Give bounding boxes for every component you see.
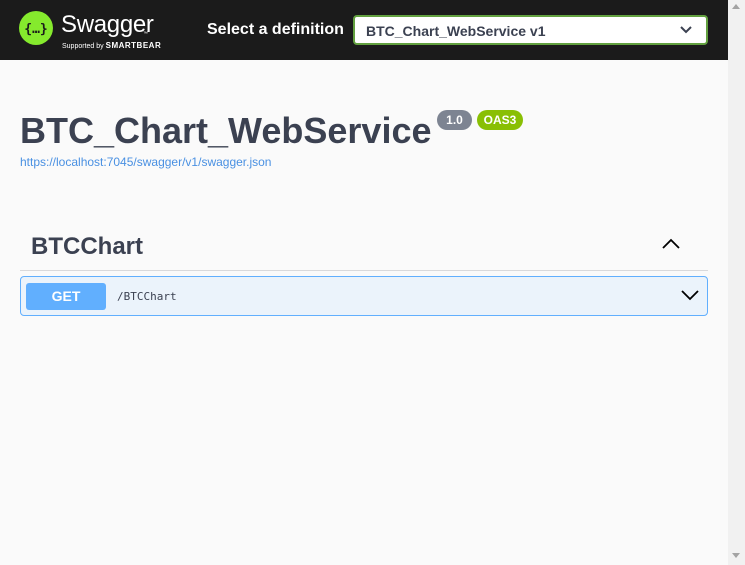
brand-trademark: ™ xyxy=(143,31,148,37)
method-badge: GET xyxy=(26,283,106,310)
oas-badge: OAS3 xyxy=(477,110,523,130)
operation-get-btcchart[interactable]: GET /BTCChart xyxy=(20,276,708,316)
svg-text:{…}: {…} xyxy=(24,22,47,37)
brand-name: Swagger xyxy=(61,11,154,38)
brand-sub-prefix: Supported by xyxy=(62,43,104,50)
page-title: BTC_Chart_WebService xyxy=(20,110,432,151)
brand-subtitle: Supported by SMARTBEAR xyxy=(62,41,161,51)
top-bar: {…} Swagger ™ Supported by SMARTBEAR Sel… xyxy=(0,0,728,60)
chevron-down-icon[interactable] xyxy=(681,289,699,301)
tag-header-btcchart[interactable]: BTCChart xyxy=(20,225,708,271)
definition-select[interactable]: BTC_Chart_WebService v1 xyxy=(353,15,708,45)
chevron-down-icon xyxy=(680,26,692,34)
operation-path: /BTCChart xyxy=(117,290,177,303)
scroll-up-arrow-icon[interactable] xyxy=(732,4,740,9)
chevron-up-icon[interactable] xyxy=(662,238,680,250)
select-definition-label: Select a definition xyxy=(207,21,344,38)
scroll-down-arrow-icon[interactable] xyxy=(732,553,740,558)
spec-url-link[interactable]: https://localhost:7045/swagger/v1/swagge… xyxy=(20,155,271,169)
version-badge: 1.0 xyxy=(437,110,472,130)
definition-select-value: BTC_Chart_WebService v1 xyxy=(366,23,546,39)
vertical-scrollbar[interactable] xyxy=(728,0,745,565)
brand-sub-company: SMARTBEAR xyxy=(105,41,162,50)
swagger-logo-icon[interactable]: {…} xyxy=(19,11,53,45)
tag-name: BTCChart xyxy=(31,233,143,260)
